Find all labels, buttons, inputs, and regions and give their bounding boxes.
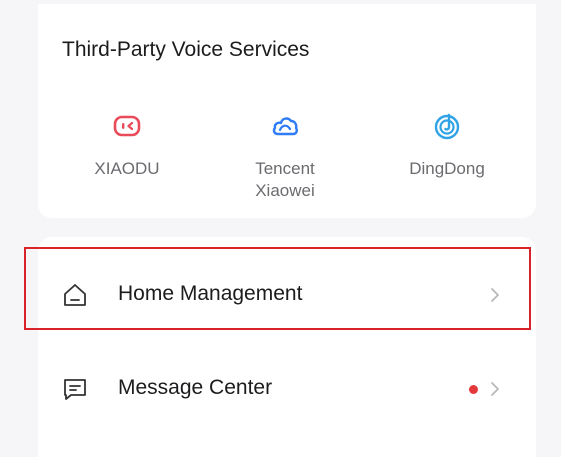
xiaodu-icon [113, 115, 141, 137]
menu-item-label: Message Center [118, 376, 273, 399]
message-icon [64, 379, 86, 400]
chevron-right-icon [491, 382, 499, 396]
home-icon [64, 284, 86, 306]
service-label: XIAODU [94, 159, 160, 178]
service-dingdong[interactable]: DingDong [387, 112, 507, 180]
notification-badge [469, 385, 478, 394]
chevron-right-icon [491, 288, 499, 302]
settings-list-card: Home Management Message Center [38, 237, 536, 457]
cloud-icon [272, 117, 298, 136]
voice-services-card: Third-Party Voice Services XIAODU Tencen… [38, 4, 536, 218]
service-xiaodu[interactable]: XIAODU [67, 112, 187, 180]
menu-item-label: Home Management [118, 282, 303, 305]
service-tencent-xiaowei[interactable]: Tencent Xiaowei [225, 112, 345, 202]
dingdong-icon [434, 113, 460, 140]
menu-item-home-management[interactable]: Home Management [38, 255, 536, 335]
service-label: Tencent Xiaowei [255, 159, 315, 200]
voice-services-title: Third-Party Voice Services [62, 38, 310, 61]
service-label: DingDong [409, 159, 485, 178]
menu-item-message-center[interactable]: Message Center [38, 349, 536, 429]
